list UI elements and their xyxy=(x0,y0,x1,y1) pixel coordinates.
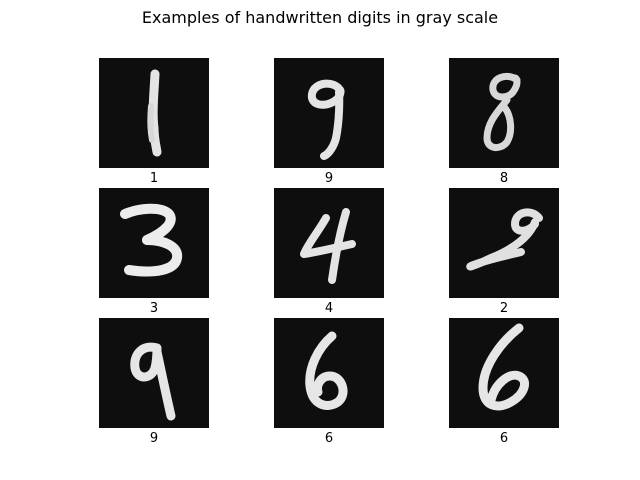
figure-title: Examples of handwritten digits in gray s… xyxy=(141,8,499,27)
digit-image-4 xyxy=(99,188,209,298)
digit-image-2 xyxy=(274,58,384,168)
digit-image-8 xyxy=(274,318,384,428)
digit-panel-8: 6 xyxy=(274,318,384,446)
digit-label-5: 4 xyxy=(324,301,334,316)
handwritten-digit-2-glyph xyxy=(466,208,543,271)
digit-panel-2: 9 xyxy=(274,58,384,186)
digit-panel-5: 4 xyxy=(274,188,384,316)
digit-panel-6: 2 xyxy=(449,188,559,316)
digit-label-6: 2 xyxy=(499,301,509,316)
digit-label-9: 6 xyxy=(499,431,509,446)
digit-panel-1: 1 xyxy=(99,58,209,186)
handwritten-digit-1-glyph xyxy=(147,69,162,157)
digit-label-1: 1 xyxy=(149,171,159,186)
digit-image-1 xyxy=(99,58,209,168)
digit-image-7 xyxy=(99,318,209,428)
handwritten-digit-9-glyph xyxy=(130,342,176,421)
handwritten-digit-9-glyph xyxy=(307,79,345,160)
digit-label-8: 6 xyxy=(324,431,334,446)
digit-panel-9: 6 xyxy=(449,318,559,446)
digit-image-6 xyxy=(449,188,559,298)
digit-panel-7: 9 xyxy=(99,318,209,446)
digit-label-3: 8 xyxy=(499,171,509,186)
digit-image-3 xyxy=(449,58,559,168)
handwritten-digit-4-glyph xyxy=(300,208,356,284)
handwritten-digit-6-glyph xyxy=(478,323,530,411)
digit-image-5 xyxy=(274,188,384,298)
digit-panel-3: 8 xyxy=(449,58,559,186)
digit-image-9 xyxy=(449,318,559,428)
digit-label-7: 9 xyxy=(149,431,159,446)
digit-label-2: 9 xyxy=(324,171,334,186)
digit-label-4: 3 xyxy=(149,301,159,316)
handwritten-digit-8-glyph xyxy=(483,72,521,151)
handwritten-digit-3-glyph xyxy=(120,203,183,277)
digit-panel-4: 3 xyxy=(99,188,209,316)
handwritten-digit-6-glyph xyxy=(305,331,348,410)
